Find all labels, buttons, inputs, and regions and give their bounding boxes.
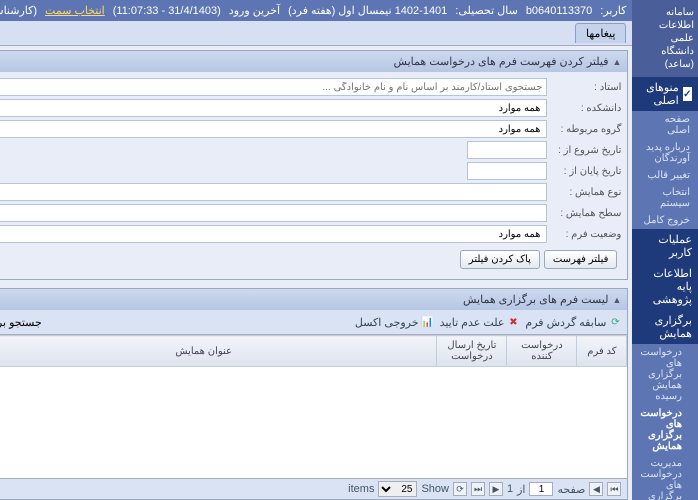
- col-code[interactable]: کد فرم: [577, 336, 627, 367]
- filter-panel: ▲ فیلتر کردن فهرست فرم های درخواست همایش…: [0, 50, 628, 280]
- sidebar-sub-received[interactable]: درخواست های برگزاری همایش رسیده: [632, 344, 698, 405]
- login-value: (31/4/1403 - 11:07:33): [113, 5, 221, 17]
- filter-button[interactable]: فیلتر فهرست: [544, 250, 618, 269]
- main-area: کاربر: b0640113370 سال تحصیلی: 1402-1401…: [0, 0, 632, 500]
- pager-refresh[interactable]: ⟳: [453, 482, 467, 496]
- search-label: جستجو بر اساس: [0, 316, 42, 329]
- pager-next[interactable]: ▶: [489, 482, 503, 496]
- pager: ⏮ ◀ صفحه از 1 ▶ ⏭ ⟳ Show 25 50 100 items…: [0, 478, 627, 499]
- sidebar-item-exit[interactable]: خروج کامل: [632, 212, 698, 229]
- excel-icon: [422, 316, 434, 328]
- end-date-from[interactable]: [467, 162, 547, 180]
- main-menu-label: منوهای اصلی: [638, 81, 678, 107]
- start-label: تاریخ شروع از :: [551, 145, 621, 156]
- level-select[interactable]: [0, 204, 547, 222]
- list-panel: ▲ لیست فرم های برگزاری همایش سابقه گردش …: [0, 288, 628, 500]
- cancel-icon: [507, 316, 519, 328]
- group-label: گروه مربوطه :: [551, 124, 621, 135]
- year-value: 1402-1401 نیمسال اول (هفته فرد): [288, 4, 447, 17]
- group-select[interactable]: همه موارد: [0, 120, 547, 138]
- collapse-icon-2: ▲: [612, 295, 621, 305]
- section-user-ops[interactable]: عملیات کاربر: [632, 229, 698, 263]
- pager-last[interactable]: ⏭: [471, 482, 485, 496]
- login-label: آخرین ورود: [229, 4, 280, 17]
- sidebar-sub-requests[interactable]: درخواست های برگزاری همایش: [632, 405, 698, 455]
- items-label: items: [348, 483, 374, 495]
- pager-first[interactable]: ⏮: [607, 482, 621, 496]
- user-label: کاربر:: [600, 4, 626, 17]
- role-link[interactable]: انتخاب سمت: [45, 4, 105, 17]
- section-research[interactable]: اطلاعات پایه پژوهشی: [632, 263, 698, 310]
- end-label: تاریخ پایان از :: [551, 166, 621, 177]
- start-date-from[interactable]: [467, 141, 547, 159]
- tabs: پیغامها: [0, 21, 632, 46]
- section-conference[interactable]: برگزاری همایش: [632, 310, 698, 344]
- sidebar-item-about[interactable]: درباره پدید آورندگان: [632, 139, 698, 167]
- sidebar: سامانه اطلاعات علمی دانشگاه (ساعد) ✓ منو…: [632, 0, 698, 500]
- page-input[interactable]: [529, 482, 553, 496]
- teacher-input[interactable]: [0, 78, 547, 96]
- grid-body: [0, 367, 627, 478]
- collapse-icon: ▲: [612, 57, 621, 67]
- col-senddate[interactable]: تاریخ ارسال درخواست: [437, 336, 507, 367]
- teacher-label: استاد :: [551, 82, 621, 93]
- refresh-icon: [609, 316, 621, 328]
- level-label: سطح همایش :: [551, 208, 621, 219]
- col-requester[interactable]: درخواست کننده: [507, 336, 577, 367]
- show-label: Show: [421, 483, 449, 495]
- grid-header: کد فرم درخواست کننده تاریخ ارسال درخواست…: [0, 335, 627, 367]
- user-id: b0640113370: [526, 5, 592, 17]
- type-select[interactable]: [0, 183, 547, 201]
- sidebar-item-theme[interactable]: تغییر قالب: [632, 167, 698, 184]
- filter-panel-header[interactable]: ▲ فیلتر کردن فهرست فرم های درخواست همایش: [0, 51, 627, 72]
- excel-button[interactable]: خروجی اکسل: [355, 316, 434, 329]
- page-size-select[interactable]: 25 50 100: [378, 481, 417, 497]
- page-of: از: [517, 483, 525, 496]
- sidebar-item-system[interactable]: انتخاب سیستم: [632, 184, 698, 212]
- pager-prev[interactable]: ◀: [589, 482, 603, 496]
- page-label: صفحه: [557, 483, 585, 496]
- clear-filter-button[interactable]: پاک کردن فیلتر: [460, 250, 540, 269]
- tab-messages[interactable]: پیغامها: [575, 23, 626, 43]
- sidebar-sub-manage[interactable]: مدیریت درخواست های برگزاری همایش: [632, 455, 698, 500]
- year-label: سال تحصیلی:: [455, 4, 518, 17]
- role-value: (کارشناس پژوهشی دانشگاه-همه دانشکده ها -…: [0, 4, 37, 17]
- check-icon: ✓: [683, 87, 692, 101]
- topbar: کاربر: b0640113370 سال تحصیلی: 1402-1401…: [0, 0, 632, 21]
- page-total: 1: [507, 483, 513, 495]
- list-toolbar: سابقه گردش فرم علت عدم تایید خروجی اکسل …: [0, 310, 627, 335]
- system-title: سامانه اطلاعات علمی دانشگاه (ساعد): [632, 0, 698, 77]
- list-title: لیست فرم های برگزاری همایش: [463, 293, 608, 306]
- filter-title: فیلتر کردن فهرست فرم های درخواست همایش: [394, 55, 609, 68]
- type-label: نوع همایش :: [551, 187, 621, 198]
- faculty-label: دانشکده :: [551, 103, 621, 114]
- sidebar-item-home[interactable]: صفحه اصلی: [632, 111, 698, 139]
- list-panel-header[interactable]: ▲ لیست فرم های برگزاری همایش: [0, 289, 627, 310]
- reason-button[interactable]: علت عدم تایید: [440, 316, 520, 329]
- col-title[interactable]: عنوان همایش: [0, 336, 437, 367]
- status-select[interactable]: همه موارد: [0, 225, 547, 243]
- status-label: وضعیت فرم :: [551, 229, 621, 240]
- faculty-select[interactable]: همه موارد: [0, 99, 547, 117]
- main-menu-header[interactable]: ✓ منوهای اصلی: [632, 77, 698, 111]
- history-button[interactable]: سابقه گردش فرم: [525, 316, 621, 329]
